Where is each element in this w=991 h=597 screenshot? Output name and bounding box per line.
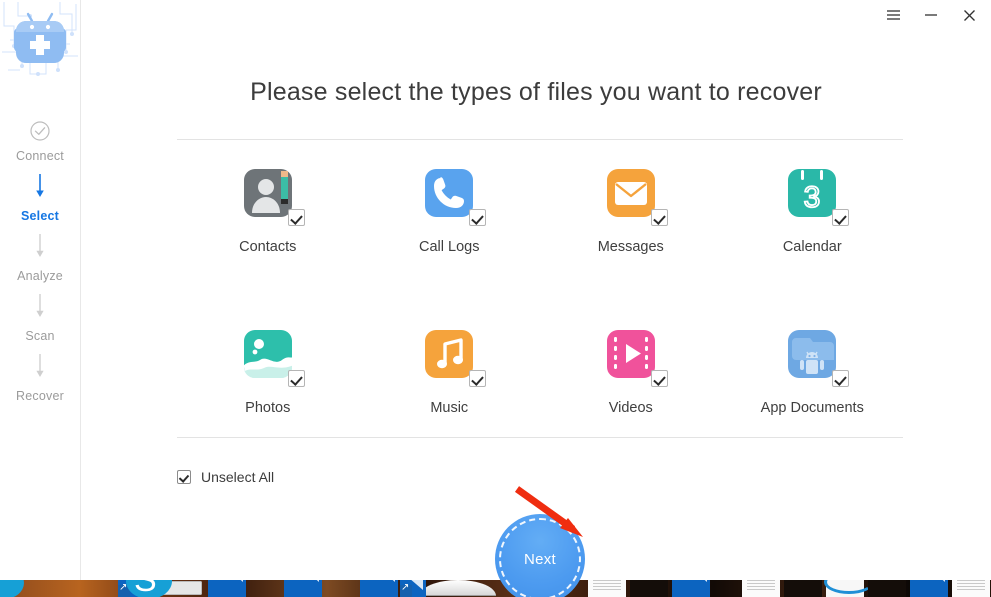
unselect-all-checkbox[interactable] — [177, 470, 191, 484]
minimize-icon — [925, 14, 937, 16]
hamburger-menu-icon — [886, 10, 900, 20]
next-button[interactable]: Next — [495, 514, 585, 597]
icon-box — [603, 326, 668, 387]
close-button[interactable] — [959, 5, 979, 25]
file-type-grid: Contacts Call Logs Messages 3 Calendar P… — [177, 165, 903, 416]
sidebar-step-select[interactable]: Select — [0, 209, 80, 223]
progress-steps: Connect Select Analyze Scan Recover — [0, 120, 80, 403]
checkbox-checked[interactable] — [832, 209, 850, 226]
sidebar-step-label: Connect — [16, 149, 64, 163]
app-root: S — [0, 0, 991, 597]
sidebar-step-recover[interactable]: Recover — [0, 389, 80, 403]
step-arrow-icon — [36, 234, 44, 257]
file-type-row: Photos Music Videos App Documents — [177, 326, 903, 416]
android-robot-medical-logo-icon — [2, 2, 78, 76]
checkbox-checked[interactable] — [832, 370, 850, 387]
next-button-label: Next — [523, 550, 557, 568]
file-type-label: Messages — [597, 239, 664, 255]
checkbox-checked[interactable] — [469, 370, 487, 387]
application-window: Connect Select Analyze Scan Recover Plea… — [0, 0, 991, 597]
divider-bottom — [177, 437, 903, 438]
sidebar-step-label: Scan — [25, 329, 55, 343]
file-type-label: Call Logs — [419, 239, 480, 255]
sidebar-step-label: Recover — [16, 389, 64, 403]
icon-box — [240, 165, 305, 226]
file-type-music[interactable]: Music — [359, 326, 541, 416]
divider-top — [177, 139, 903, 140]
sidebar-step-analyze[interactable]: Analyze — [0, 269, 80, 283]
file-type-label: Photos — [245, 400, 291, 416]
checkbox-checked[interactable] — [650, 209, 668, 226]
checkbox-checked[interactable] — [287, 370, 305, 387]
page-title: Please select the types of files you wan… — [250, 78, 822, 106]
icon-box — [784, 326, 850, 387]
main-panel: Please select the types of files you wan… — [81, 0, 991, 597]
desktop-icon[interactable] — [420, 580, 496, 596]
close-icon — [963, 9, 975, 21]
icon-box — [421, 165, 487, 226]
checkbox-checked[interactable] — [469, 209, 487, 226]
app-logo — [0, 0, 80, 82]
checkbox-checked[interactable] — [650, 370, 668, 387]
icon-box — [603, 165, 668, 226]
svg-text:3: 3 — [804, 181, 821, 214]
file-type-videos[interactable]: Videos — [540, 326, 722, 416]
icon-box: 3 — [784, 165, 850, 226]
file-type-label: Contacts — [239, 239, 297, 255]
icon-box — [421, 326, 487, 387]
sidebar-step-label: Select — [20, 209, 60, 223]
file-type-label: Calendar — [782, 239, 842, 255]
unselect-all-label: Unselect All — [201, 469, 275, 485]
checkbox-checked[interactable] — [287, 209, 305, 226]
file-type-label: Videos — [608, 400, 653, 416]
check-circle-icon — [30, 121, 50, 141]
file-type-photos[interactable]: Photos — [177, 326, 359, 416]
step-arrow-icon — [36, 294, 44, 317]
file-type-label: App Documents — [760, 400, 864, 416]
sidebar-step-connect[interactable]: Connect — [0, 120, 80, 163]
unselect-all-row[interactable]: Unselect All — [177, 469, 274, 485]
minimize-button[interactable] — [921, 5, 941, 25]
menu-button[interactable] — [883, 5, 903, 25]
file-type-calendar[interactable]: 3 Calendar — [722, 165, 904, 255]
step-arrow-icon — [36, 174, 44, 197]
file-type-label: Music — [430, 400, 469, 416]
file-type-app-documents[interactable]: App Documents — [722, 326, 904, 416]
window-titlebar — [883, 0, 991, 30]
sidebar: Connect Select Analyze Scan Recover — [0, 0, 81, 580]
file-type-contacts[interactable]: Contacts — [177, 165, 359, 255]
sidebar-step-scan[interactable]: Scan — [0, 329, 80, 343]
step-arrow-icon — [36, 354, 44, 377]
file-type-messages[interactable]: Messages — [540, 165, 722, 255]
file-type-call-logs[interactable]: Call Logs — [359, 165, 541, 255]
file-type-row: Contacts Call Logs Messages 3 Calendar — [177, 165, 903, 255]
sidebar-step-label: Analyze — [17, 269, 63, 283]
icon-box — [240, 326, 305, 387]
